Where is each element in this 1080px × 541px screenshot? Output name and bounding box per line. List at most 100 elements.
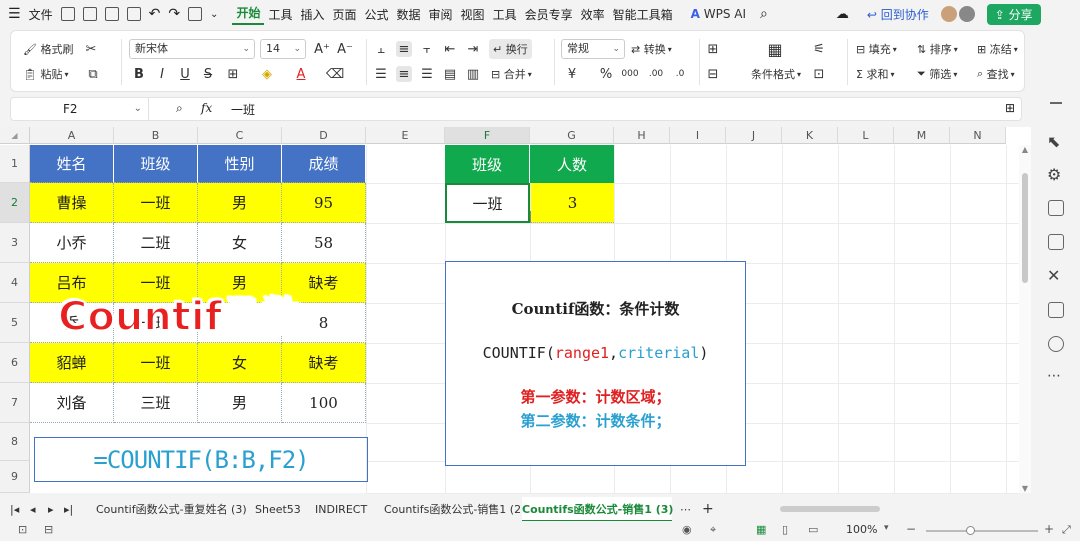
cond-format-icon[interactable]: ▦ xyxy=(767,40,783,59)
underline-button[interactable]: U xyxy=(177,66,193,82)
tab-tools[interactable]: 工具 xyxy=(264,6,296,23)
fill-button[interactable]: ⊟ 填充 ▾ xyxy=(856,41,897,57)
column-header-e[interactable]: E xyxy=(366,127,445,144)
currency-button[interactable]: ¥ xyxy=(564,66,580,82)
cell-style-icon[interactable]: ⚟ xyxy=(811,41,827,57)
zoom-level[interactable]: 100% xyxy=(846,523,877,536)
column-header-d[interactable]: D xyxy=(282,127,366,144)
expand-formula-icon[interactable]: ⊞ xyxy=(1005,101,1015,115)
column-header-h[interactable]: H xyxy=(614,127,670,144)
table-cell[interactable]: 女 xyxy=(198,223,282,263)
copy-icon[interactable]: ⧉ xyxy=(85,66,101,82)
increase-font-icon[interactable]: A⁺ xyxy=(314,41,330,57)
vertical-scrollbar[interactable]: ▲ ▼ xyxy=(1019,145,1031,493)
macro-icon[interactable]: ⊡ xyxy=(18,523,27,536)
more-sheets-icon[interactable]: ⋯ xyxy=(680,497,691,522)
worksheet-icon[interactable]: ⊟ xyxy=(705,66,721,82)
table-cell[interactable]: 一班 xyxy=(114,183,198,223)
cut-icon[interactable]: ✂ xyxy=(83,41,99,57)
zoom-out-icon[interactable]: − xyxy=(906,522,916,536)
align-left-icon[interactable]: ☰ xyxy=(373,66,389,82)
cond-format-button[interactable]: 条件格式 ▾ xyxy=(751,66,801,82)
zoom-chevron-icon[interactable]: ▾ xyxy=(884,523,889,533)
tab-insert[interactable]: 插入 xyxy=(296,6,328,23)
filter-button[interactable]: ⏷ 筛选 ▾ xyxy=(917,66,957,82)
table-cell[interactable]: 58 xyxy=(282,223,366,263)
column-header-f[interactable]: F xyxy=(445,127,530,144)
tab-smart-toolbox[interactable]: 智能工具箱 xyxy=(609,6,677,23)
indent-decrease-icon[interactable]: ⇤ xyxy=(442,41,458,57)
zoom-slider-handle[interactable] xyxy=(966,526,975,535)
border-icon[interactable]: ⊞ xyxy=(225,66,241,82)
table-cell[interactable]: 男 xyxy=(198,183,282,223)
tab-tools-2[interactable]: 工具 xyxy=(489,6,521,23)
align-top-icon[interactable]: ⫠ xyxy=(373,41,389,57)
row-header-4[interactable]: 4 xyxy=(0,263,30,303)
tools-icon[interactable]: ✕ xyxy=(1047,266,1060,285)
align-center-icon[interactable]: ≡ xyxy=(396,66,412,82)
table-cell[interactable]: 三班 xyxy=(114,383,198,423)
collab-button[interactable]: ↩ 回到协作 xyxy=(863,6,933,23)
fill-color-icon[interactable]: ◈ xyxy=(259,66,275,82)
font-size-select[interactable]: 14 ⌄ xyxy=(260,39,306,59)
settings-sliders-icon[interactable]: ⚙ xyxy=(1047,165,1061,184)
format-icon[interactable] xyxy=(188,7,203,21)
table-cell[interactable]: 一班 xyxy=(114,343,198,383)
zoom-in-icon[interactable]: + xyxy=(1044,522,1054,536)
row-header-1[interactable]: 1 xyxy=(0,145,30,183)
undo-icon[interactable]: ↶ xyxy=(145,6,165,22)
prev-sheet-icon[interactable]: ◂ xyxy=(30,497,36,522)
book-icon[interactable] xyxy=(1048,302,1064,318)
add-sheet-icon[interactable]: + xyxy=(702,497,714,522)
table-cell[interactable]: 95 xyxy=(282,183,366,223)
table-cell[interactable]: 男 xyxy=(198,383,282,423)
table-cell[interactable]: 貂蝉 xyxy=(30,343,114,383)
table-cell[interactable]: 二班 xyxy=(114,223,198,263)
row-col-icon[interactable]: ⊞ xyxy=(705,41,721,57)
decrease-font-icon[interactable]: A⁻ xyxy=(337,41,353,57)
table-cell[interactable]: 缺考 xyxy=(282,343,366,383)
thousands-icon[interactable]: 000 xyxy=(621,66,638,82)
column-header-g[interactable]: G xyxy=(530,127,614,144)
lookup-header-count[interactable]: 人数 xyxy=(530,145,614,183)
column-header-a[interactable]: A xyxy=(30,127,114,144)
page-break-icon[interactable]: ▭ xyxy=(808,523,818,536)
freeze-button[interactable]: ⊞ 冻结 ▾ xyxy=(977,41,1018,57)
table-cell[interactable]: 刘备 xyxy=(30,383,114,423)
align-right-icon[interactable]: ☰ xyxy=(419,66,435,82)
avatar[interactable] xyxy=(940,6,957,22)
scroll-up-icon[interactable]: ▲ xyxy=(1019,145,1031,154)
fx-icon[interactable]: fx xyxy=(201,101,212,115)
select-all-corner[interactable]: ◢ xyxy=(0,127,30,144)
spreadsheet-grid[interactable]: ◢ ABCDEFGHIJKLMN 123456789 姓名 班级 性别 成绩 曹操 一班男… xyxy=(0,127,1031,494)
border-style-icon[interactable]: ⊡ xyxy=(811,66,827,82)
distribute-icon[interactable]: ▥ xyxy=(465,66,481,82)
row-header-5[interactable]: 5 xyxy=(0,303,30,343)
font-color-icon[interactable]: A xyxy=(293,66,309,82)
row-header-3[interactable]: 3 xyxy=(0,223,30,263)
quick-access-chevron-icon[interactable]: ⌄ xyxy=(206,9,222,20)
row-header-7[interactable]: 7 xyxy=(0,383,30,423)
sheet-tab[interactable]: Countif函数公式-重复姓名 (3) xyxy=(96,497,247,522)
table-cell[interactable]: 100 xyxy=(282,383,366,423)
column-header-b[interactable]: B xyxy=(114,127,198,144)
scroll-down-icon[interactable]: ▼ xyxy=(1019,484,1031,493)
formula-input[interactable]: 一班 xyxy=(231,101,255,118)
column-header-j[interactable]: J xyxy=(726,127,782,144)
number-format-select[interactable]: 常规 ⌄ xyxy=(561,39,625,59)
align-middle-icon[interactable]: ≡ xyxy=(396,41,412,57)
first-sheet-icon[interactable]: |◂ xyxy=(10,497,19,522)
scrollbar-thumb[interactable] xyxy=(1022,173,1028,283)
tab-view[interactable]: 视图 xyxy=(457,6,489,23)
tab-formula[interactable]: 公式 xyxy=(361,6,393,23)
sum-button[interactable]: Σ 求和 ▾ xyxy=(856,66,894,82)
tab-data[interactable]: 数据 xyxy=(393,6,425,23)
shape-icon[interactable] xyxy=(1048,234,1064,250)
table-cell[interactable]: 班级 xyxy=(114,145,198,183)
decimal-decrease-icon[interactable]: .0 xyxy=(672,66,688,82)
bold-button[interactable]: B xyxy=(131,66,147,82)
tab-efficiency[interactable]: 效率 xyxy=(577,6,609,23)
tab-page[interactable]: 页面 xyxy=(328,6,360,23)
preview-icon[interactable] xyxy=(126,7,141,21)
table-cell[interactable]: 曹操 xyxy=(30,183,114,223)
